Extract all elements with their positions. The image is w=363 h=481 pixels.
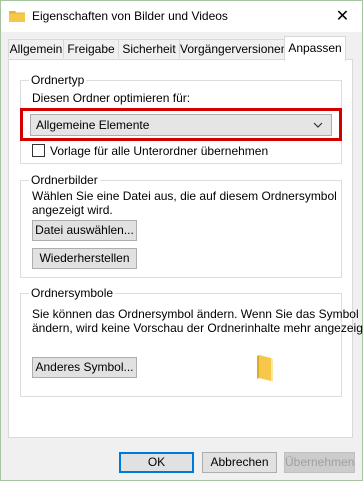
group-title: Ordnerbilder: [29, 173, 100, 187]
tab-label: Allgemein: [9, 42, 63, 56]
choose-file-button[interactable]: Datei auswählen...: [32, 220, 137, 241]
ordnersymbole-description: ändern, wird keine Vorschau der Ordnerin…: [32, 321, 363, 335]
group-title: Ordnertyp: [29, 73, 87, 87]
ordnersymbole-description: Sie können das Ordnersymbol ändern. Wenn…: [32, 307, 359, 321]
apply-button[interactable]: Übernehmen: [284, 452, 355, 473]
cancel-button[interactable]: Abbrechen: [202, 452, 277, 473]
tab-vorgaengerversionen[interactable]: Vorgängerversionen: [179, 39, 288, 58]
tab-sicherheit[interactable]: Sicherheit: [118, 39, 180, 58]
tab-anpassen[interactable]: Anpassen: [284, 36, 346, 61]
tab-label: Freigabe: [67, 42, 115, 56]
folder-icon: [257, 355, 273, 382]
tab-allgemein[interactable]: Allgemein: [8, 39, 64, 58]
tab-label: Vorgängerversionen: [180, 42, 288, 56]
tab-label: Anpassen: [288, 41, 342, 55]
template-checkbox[interactable]: [32, 144, 45, 157]
group-title: Ordnersymbole: [29, 286, 116, 300]
ok-button[interactable]: OK: [119, 452, 194, 473]
window-title: Eigenschaften von Bilder und Videos: [32, 9, 228, 23]
close-icon[interactable]: ✕: [323, 1, 362, 32]
optimize-label: Diesen Ordner optimieren für:: [32, 91, 191, 105]
ordnerbilder-description: Wählen Sie eine Datei aus, die auf diese…: [32, 189, 337, 203]
change-icon-button[interactable]: Anderes Symbol...: [32, 357, 137, 378]
title-bar[interactable]: Eigenschaften von Bilder und Videos ✕: [1, 1, 362, 32]
folder-icon: [9, 11, 25, 22]
tab-label: Sicherheit: [122, 42, 176, 56]
highlight-box: [20, 108, 342, 141]
tab-freigabe[interactable]: Freigabe: [63, 39, 119, 58]
ordnerbilder-description: angezeigt wird.: [32, 203, 113, 217]
template-checkbox-label[interactable]: Vorlage für alle Unterordner übernehmen: [50, 144, 268, 158]
restore-button[interactable]: Wiederherstellen: [32, 248, 137, 269]
